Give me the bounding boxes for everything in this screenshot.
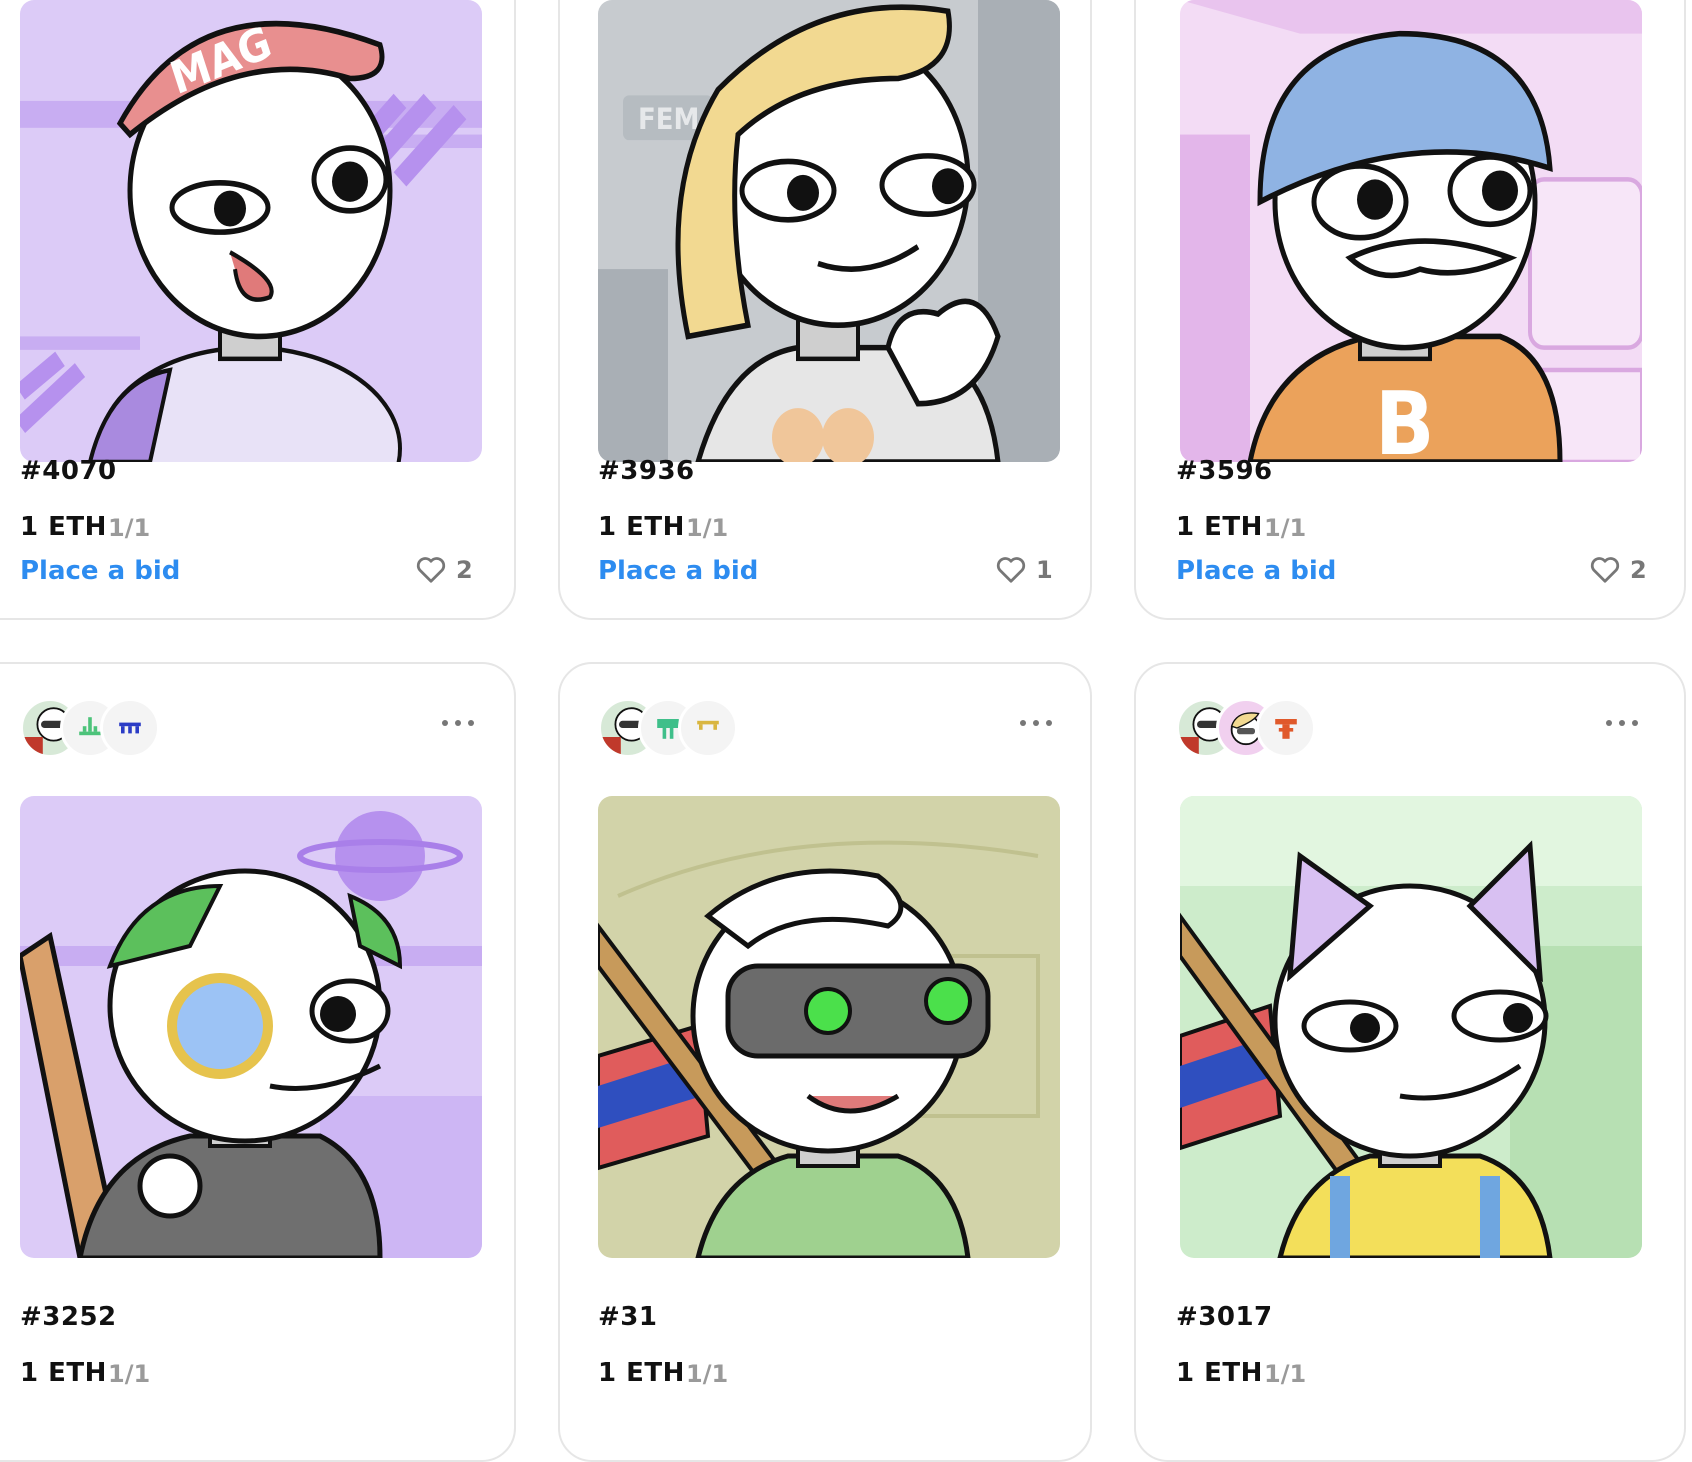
nft-title[interactable]: #3596 bbox=[1176, 456, 1273, 486]
nft-price: 1 ETH bbox=[20, 512, 107, 542]
nft-price: 1 ETH bbox=[598, 1358, 685, 1388]
nft-price: 1 ETH bbox=[1176, 512, 1263, 542]
nft-price: 1 ETH bbox=[598, 512, 685, 542]
collection-avatar[interactable] bbox=[1256, 698, 1316, 758]
nft-title[interactable]: #3017 bbox=[1176, 1302, 1273, 1332]
heart-icon bbox=[996, 557, 1026, 583]
collection-avatar[interactable] bbox=[678, 698, 738, 758]
like-count: 2 bbox=[1630, 556, 1647, 584]
avatar-group bbox=[598, 698, 778, 758]
nft-title[interactable]: #3936 bbox=[598, 456, 695, 486]
like-button[interactable]: 2 bbox=[416, 552, 473, 588]
nft-artwork-3936[interactable]: FEM bbox=[598, 0, 1060, 462]
place-bid-link[interactable]: Place a bid bbox=[598, 556, 758, 586]
nft-artwork-3596[interactable]: B bbox=[1180, 0, 1642, 462]
poster-text: FEM bbox=[638, 102, 699, 137]
nft-artwork-3017[interactable] bbox=[1180, 796, 1642, 1258]
nft-edition: 1/1 bbox=[1264, 1360, 1307, 1388]
place-bid-link[interactable]: Place a bid bbox=[20, 556, 180, 586]
collection-avatar[interactable] bbox=[100, 698, 160, 758]
sweater-logo: B bbox=[1375, 373, 1434, 462]
heart-icon bbox=[416, 557, 446, 583]
avatar-group bbox=[20, 698, 200, 758]
nft-edition: 1/1 bbox=[108, 1360, 151, 1388]
nft-title[interactable]: #31 bbox=[598, 1302, 657, 1332]
nft-edition: 1/1 bbox=[108, 514, 151, 542]
nft-artwork-4070[interactable]: MAG bbox=[20, 0, 482, 462]
like-button[interactable]: 2 bbox=[1590, 552, 1647, 588]
nft-artwork-31[interactable] bbox=[598, 796, 1060, 1258]
nft-edition: 1/1 bbox=[686, 514, 729, 542]
more-options-icon[interactable] bbox=[1602, 708, 1652, 738]
place-bid-link[interactable]: Place a bid bbox=[1176, 556, 1336, 586]
nft-title[interactable]: #4070 bbox=[20, 456, 117, 486]
like-button[interactable]: 1 bbox=[996, 552, 1053, 588]
nft-artwork-3252[interactable] bbox=[20, 796, 482, 1258]
more-options-icon[interactable] bbox=[1016, 708, 1066, 738]
nft-edition: 1/1 bbox=[686, 1360, 729, 1388]
like-count: 2 bbox=[456, 556, 473, 584]
nft-price: 1 ETH bbox=[20, 1358, 107, 1388]
nft-edition: 1/1 bbox=[1264, 514, 1307, 542]
more-options-icon[interactable] bbox=[438, 708, 488, 738]
avatar-group bbox=[1176, 698, 1356, 758]
like-count: 1 bbox=[1036, 556, 1053, 584]
nft-price: 1 ETH bbox=[1176, 1358, 1263, 1388]
heart-icon bbox=[1590, 557, 1620, 583]
nft-title[interactable]: #3252 bbox=[20, 1302, 117, 1332]
